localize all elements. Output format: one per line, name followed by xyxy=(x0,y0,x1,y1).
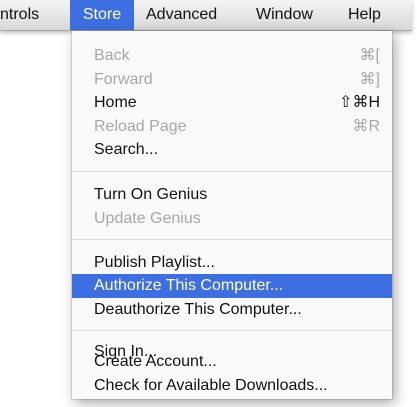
menu-item-label: Turn On Genius xyxy=(94,186,208,203)
menu-item-label: Reload Page xyxy=(94,118,187,135)
menu-item-label: Update Genius xyxy=(94,210,201,227)
menu-item-check-downloads[interactable]: Check for Available Downloads... xyxy=(72,374,392,398)
menu-item-label: Authorize This Computer... xyxy=(94,277,284,294)
menu-item-deauthorize-computer[interactable]: Deauthorize This Computer... xyxy=(72,298,392,322)
menu-bar: ntrols Store Advanced Window Help xyxy=(0,0,412,31)
menu-window[interactable]: Window xyxy=(256,0,313,30)
menu-item-authorize-computer[interactable]: Authorize This Computer... xyxy=(72,274,392,298)
menu-item-publish-playlist[interactable]: Publish Playlist... xyxy=(72,251,392,275)
menu-help[interactable]: Help xyxy=(348,0,381,30)
menu-item-search[interactable]: Search... xyxy=(72,138,392,162)
shortcut-label: ⌘] xyxy=(359,71,380,88)
menu-store[interactable]: Store xyxy=(70,0,134,30)
menu-item-label: Search... xyxy=(94,141,159,158)
menu-item-label: Create Account... xyxy=(94,353,217,370)
shortcut-label: ⇧⌘H xyxy=(339,94,380,111)
menu-item-label: Forward xyxy=(94,71,153,88)
menu-item-forward[interactable]: Forward ⌘] xyxy=(72,68,392,92)
menu-separator xyxy=(72,171,392,172)
shortcut-label: ⌘[ xyxy=(359,47,380,64)
menu-item-turn-on-genius[interactable]: Turn On Genius xyxy=(72,183,392,207)
menu-separator xyxy=(72,330,392,331)
menu-separator xyxy=(72,239,392,240)
menu-controls[interactable]: ntrols xyxy=(0,0,39,30)
menu-item-label: Deauthorize This Computer... xyxy=(94,301,302,318)
menu-item-create-account-overlay[interactable]: Create Account... xyxy=(72,350,392,374)
menu-item-back[interactable]: Back ⌘[ xyxy=(72,44,392,68)
menu-item-label: Home xyxy=(94,94,137,111)
menu-item-home[interactable]: Home ⇧⌘H xyxy=(72,91,392,115)
menu-advanced[interactable]: Advanced xyxy=(146,0,217,30)
shortcut-label: ⌘R xyxy=(352,118,380,135)
menu-item-update-genius[interactable]: Update Genius xyxy=(72,207,392,231)
menu-item-label: Check for Available Downloads... xyxy=(94,377,328,394)
menu-item-label: Back xyxy=(94,47,130,64)
menu-item-label: Publish Playlist... xyxy=(94,254,215,271)
store-dropdown-menu: Back ⌘[ Forward ⌘] Home ⇧⌘H Reload Page … xyxy=(72,31,392,399)
menu-item-reload-page[interactable]: Reload Page ⌘R xyxy=(72,115,392,139)
